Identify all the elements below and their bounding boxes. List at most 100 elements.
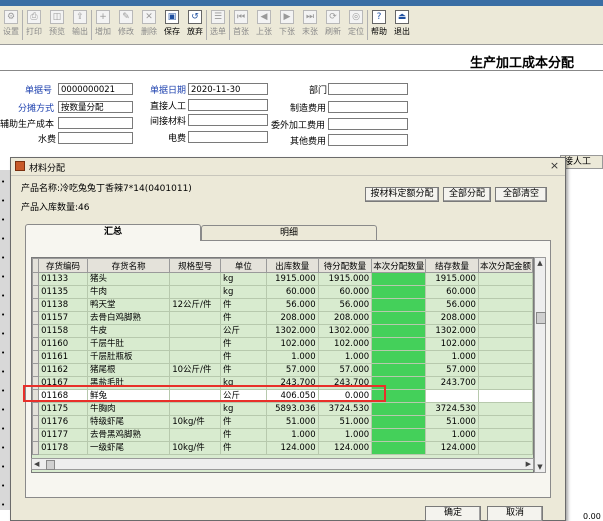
table-row[interactable]: 01135 牛肉 kg 60.000 60.000 60.000 — [32, 285, 533, 299]
table-row[interactable]: 01133 猪头 kg 1915.000 1915.000 1915.000 — [32, 272, 533, 286]
horizontal-scrollbar[interactable]: ◀ ▶ — [31, 458, 534, 470]
table-cell[interactable] — [371, 350, 427, 364]
close-icon[interactable]: × — [548, 160, 561, 172]
toolbar-button-save[interactable]: ▣ 保存 — [161, 8, 183, 42]
toolbar-button-refresh[interactable]: ⟳ 刷新 — [322, 8, 344, 42]
select-icon: ☰ — [211, 10, 225, 24]
table-cell[interactable] — [371, 337, 427, 351]
table-row[interactable]: 01158 牛皮 公斤 1302.000 1302.000 1302.000 — [32, 324, 533, 338]
table-cell[interactable] — [371, 402, 427, 416]
column-header[interactable]: 待分配数量 — [317, 258, 373, 273]
clear-all-button[interactable]: 全部清空 — [495, 187, 547, 202]
table-row[interactable]: 01161 千层肚瓶板件 1.000 1.000 1.000 — [32, 350, 533, 364]
toolbar-button-locate[interactable]: ◎ 定位 — [345, 8, 367, 42]
toolbar-button-label: 预览 — [49, 27, 65, 36]
tab-summary[interactable]: 汇总 — [25, 224, 201, 241]
table-row[interactable]: 01160 千层牛肚件 102.000 102.000 102.000 — [32, 337, 533, 351]
department-field[interactable] — [328, 83, 408, 95]
table-row[interactable]: 01178 一级虾尾 10kg/件件 124.000 124.000 124.000 — [32, 441, 533, 455]
table-cell[interactable] — [371, 285, 427, 299]
toolbar-button-add[interactable]: + 增加 — [92, 8, 114, 42]
toolbar-button-label: 上张 — [256, 27, 272, 36]
table-cell: kg — [220, 272, 267, 286]
toolbar-button-last[interactable]: ⏭ 末张 — [299, 8, 321, 42]
alloc-method-select[interactable]: 按数量分配 — [58, 101, 133, 113]
column-header[interactable]: 本次分配数量 — [371, 258, 427, 273]
table-cell: 件 — [220, 441, 267, 455]
alloc-all-button[interactable]: 全部分配 — [443, 187, 491, 202]
doc-no-field[interactable]: 0000000021 — [58, 83, 133, 95]
column-header[interactable]: 本次分配金额 — [477, 258, 533, 273]
table-row[interactable]: 01175 牛胸肉 kg 5893.036 3724.530 3724.530 — [32, 402, 533, 416]
scroll-left-icon[interactable]: ◀ — [34, 460, 39, 469]
other-expense-field[interactable] — [328, 134, 408, 146]
toolbar-button-first[interactable]: ⏮ 首张 — [230, 8, 252, 42]
column-header[interactable]: 结存数量 — [425, 258, 479, 273]
toolbar-button-discard[interactable]: ↺ 放弃 — [184, 8, 206, 42]
water-field[interactable] — [58, 132, 133, 144]
toolbar-button-prev[interactable]: ◀ 上张 — [253, 8, 275, 42]
table-cell[interactable] — [371, 428, 427, 442]
toolbar-button-edit[interactable]: ✎ 修改 — [115, 8, 137, 42]
table-cell: 56.000 — [317, 298, 373, 312]
electricity-field[interactable] — [188, 131, 268, 143]
table-row[interactable]: 01138 鸭天堂 12公斤/件件 56.000 56.000 56.000 — [32, 298, 533, 312]
aux-cost-field[interactable] — [58, 117, 133, 129]
toolbar-button-print[interactable]: ⎙ 打印 — [23, 8, 45, 42]
indirect-material-field[interactable] — [188, 114, 268, 126]
locate-icon: ◎ — [349, 10, 363, 24]
table-cell: 1915.000 — [317, 272, 373, 286]
toolbar-button-export[interactable]: ⇪ 输出 — [69, 8, 91, 42]
toolbar-button-exit[interactable]: ⏏ 退出 — [391, 8, 413, 42]
column-header[interactable]: 出库数量 — [265, 258, 319, 273]
horizontal-scroll-thumb[interactable] — [46, 460, 55, 470]
direct-labor-field[interactable] — [188, 99, 268, 111]
dialog-title-bar[interactable]: 材料分配 × — [11, 158, 565, 176]
table-cell: 124.000 — [425, 441, 479, 455]
ok-button[interactable]: 确定 — [425, 506, 481, 521]
toolbar-button-next[interactable]: ▶ 下张 — [276, 8, 298, 42]
column-header[interactable]: 存货编码 — [38, 258, 88, 273]
table-cell[interactable] — [371, 311, 427, 325]
page-title: 生产加工成本分配 — [470, 56, 575, 71]
table-row[interactable]: 01162 猪尾根 10公斤/件件 57.000 57.000 57.000 — [32, 363, 533, 377]
tab-detail[interactable]: 明细 — [201, 225, 377, 240]
table-cell[interactable] — [371, 324, 427, 338]
scroll-right-icon[interactable]: ▶ — [526, 460, 531, 469]
table-cell[interactable] — [371, 272, 427, 286]
cancel-button[interactable]: 取消 — [487, 506, 543, 521]
column-header[interactable]: 存货名称 — [86, 258, 171, 273]
table-cell: 60.000 — [425, 285, 479, 299]
background-column-header: 接人工 — [560, 155, 603, 169]
doc-date-field[interactable]: 2020-11-30 — [188, 83, 268, 95]
toolbar-button-delete[interactable]: ✕ 删除 — [138, 8, 160, 42]
vertical-scroll-thumb[interactable] — [536, 312, 546, 324]
material-allocation-dialog: 材料分配 × 产品名称:冷吃兔兔丁香辣7*14(0401011) 产品入库数量:… — [10, 157, 566, 521]
column-header[interactable]: 规格型号 — [169, 258, 222, 273]
vertical-scrollbar[interactable]: ▲ ▼ — [534, 257, 546, 473]
toolbar-button-preview[interactable]: ◫ 预览 — [46, 8, 68, 42]
table-row[interactable]: 01177 去骨黑鸡脚熟件 1.000 1.000 1.000 — [32, 428, 533, 442]
scroll-down-icon[interactable]: ▼ — [536, 463, 544, 471]
toolbar-button-settings[interactable]: ⚙ 设置 — [0, 8, 22, 42]
table-cell: 51.000 — [317, 415, 373, 429]
table-cell[interactable] — [371, 363, 427, 377]
table-cell: 件 — [220, 311, 267, 325]
table-cell[interactable] — [371, 298, 427, 312]
scroll-up-icon[interactable]: ▲ — [536, 259, 544, 267]
outsourcing-field[interactable] — [328, 118, 408, 130]
table-cell: 208.000 — [425, 311, 479, 325]
background-row-marker: • — [1, 406, 6, 414]
help-icon: ? — [372, 10, 386, 24]
first-icon: ⏮ — [234, 10, 248, 24]
background-row-marker: • — [1, 463, 6, 471]
table-cell[interactable] — [371, 441, 427, 455]
column-header[interactable]: 单位 — [220, 258, 267, 273]
toolbar-button-help[interactable]: ? 帮助 — [368, 8, 390, 42]
alloc-by-quota-button[interactable]: 按材料定额分配 — [365, 187, 439, 202]
table-row[interactable]: 01176 特级虾尾 10kg/件件 51.000 51.000 51.000 — [32, 415, 533, 429]
table-cell[interactable] — [371, 415, 427, 429]
table-row[interactable]: 01157 去骨白鸡脚熟件 208.000 208.000 208.000 — [32, 311, 533, 325]
mfg-expense-field[interactable] — [328, 101, 408, 113]
toolbar-button-select[interactable]: ☰ 选单 — [207, 8, 229, 42]
